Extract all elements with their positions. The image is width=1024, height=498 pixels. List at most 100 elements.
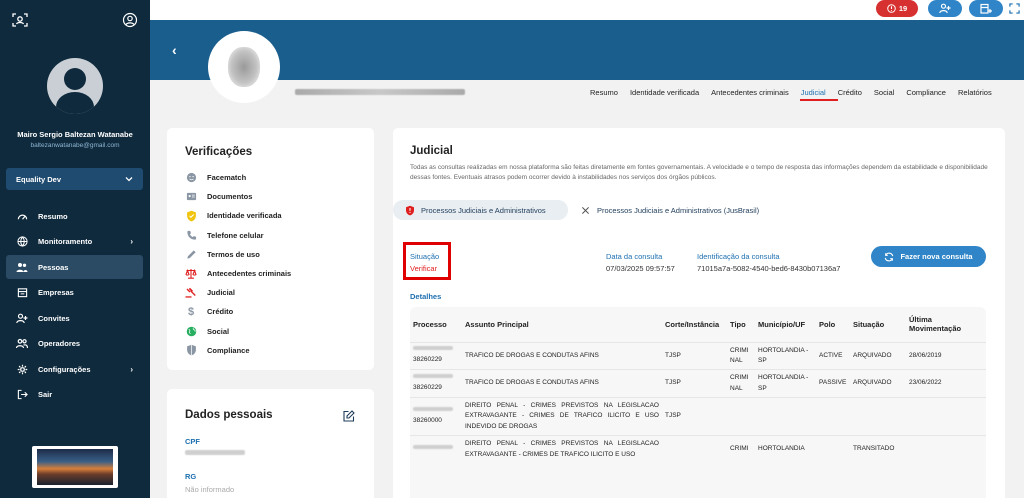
situation-highlight-box [403, 242, 451, 280]
sidebar-item-pessoas[interactable]: Pessoas [6, 255, 143, 279]
user-circle-icon[interactable] [122, 12, 138, 28]
verification-judicial[interactable]: Judicial [185, 283, 291, 302]
process-subject: TRAFICO DE DROGAS E CONDUTAS AFINS [462, 369, 662, 398]
situation-label: Situação [410, 252, 440, 261]
query-id-value: 71015a7a-5082-4540-bed6-8430b07136a7 [697, 264, 841, 273]
table-header-row: Processo Assunto Principal Corte/Instânc… [410, 307, 986, 342]
column-header: Corte/Instância [665, 319, 720, 329]
verifications-card: Verificações Facematch Documentos Identi… [167, 128, 374, 370]
verification-credito[interactable]: $ Crédito [185, 302, 291, 321]
process-pole: PASSIVE [816, 369, 850, 398]
process-last-movement [906, 397, 986, 436]
operators-icon [16, 338, 28, 350]
add-user-icon [939, 3, 951, 14]
sidebar-item-operadores[interactable]: Operadores [6, 332, 143, 356]
verification-telefone[interactable]: Telefone celular [185, 226, 291, 245]
sidebar-item-label: Empresas [38, 288, 74, 297]
shield-icon [185, 344, 197, 356]
verification-label: Facematch [207, 173, 247, 183]
sidebar-item-label: Convites [38, 313, 70, 323]
verification-antecedentes[interactable]: Antecedentes criminais [185, 264, 291, 283]
process-last-movement: 23/06/2022 [906, 369, 986, 398]
processes-table: Processo Assunto Principal Corte/Instânc… [410, 307, 986, 498]
sidebar-item-configuracoes[interactable]: Configurações › [6, 357, 143, 381]
verifications-list: Facematch Documentos Identidade verifica… [185, 168, 291, 360]
back-arrow-icon[interactable]: ‹ [172, 42, 177, 58]
tab-credito[interactable]: Crédito [838, 88, 862, 100]
process-city: HORTOLANDIA - SP [755, 369, 816, 398]
process-subject: TRAFICO DE DROGAS E CONDUTAS AFINS [462, 341, 662, 370]
expand-icon[interactable] [1009, 3, 1020, 14]
source-tab-processos[interactable]: Processos Judiciais e Administrativos [393, 200, 568, 220]
sidebar-item-resumo[interactable]: Resumo [6, 204, 143, 228]
verification-termos[interactable]: Termos de uso [185, 245, 291, 264]
table-row[interactable]: DIREITO PENAL - CRIMES PREVISTOS NA LEGI… [410, 435, 986, 464]
tab-compliance[interactable]: Compliance [906, 88, 946, 100]
sidebar-item-label: Operadores [38, 339, 81, 348]
verification-documentos[interactable]: Documentos [185, 187, 291, 206]
shield-alert-icon [406, 205, 414, 215]
sidebar-item-empresas[interactable]: Empresas [6, 281, 143, 305]
verification-facematch[interactable]: Facematch [185, 168, 291, 187]
verification-compliance[interactable]: Compliance [185, 341, 291, 360]
sidebar-item-sair[interactable]: Sair [6, 383, 143, 407]
active-tab-underline [800, 99, 838, 101]
process-last-movement [906, 435, 986, 464]
rg-label: RG [185, 472, 197, 481]
add-company-button[interactable] [969, 0, 1003, 17]
globe-icon [185, 325, 197, 337]
table-row[interactable]: 38260229 TRAFICO DE DROGAS E CONDUTAS AF… [410, 341, 986, 370]
phone-icon [185, 229, 197, 241]
process-court: TJSP [662, 397, 727, 436]
sidebar-item-convites[interactable]: Convites [6, 306, 143, 330]
sidebar-item-monitoramento[interactable]: Monitoramento › [6, 230, 143, 254]
column-header: Processo [413, 319, 447, 329]
face-icon [185, 172, 197, 184]
verification-label: Antecedentes criminais [207, 269, 292, 279]
process-pole: ACTIVE [816, 341, 850, 370]
tab-relatorios[interactable]: Relatórios [958, 88, 992, 100]
query-id-label: Identificação da consulta [697, 252, 780, 261]
verification-social[interactable]: Social [185, 322, 291, 341]
process-number: 38260229 [413, 383, 442, 391]
sidebar-nav: Resumo Monitoramento › Pessoas Empresas … [6, 204, 143, 408]
new-query-button[interactable]: Fazer nova consulta [871, 246, 986, 267]
verification-label: Telefone celular [207, 230, 264, 240]
tab-antecedentes-criminais[interactable]: Antecedentes criminais [711, 88, 789, 100]
judicial-card: Judicial Todas as consultas realizadas e… [393, 128, 1005, 498]
add-company-icon [980, 3, 992, 14]
sidebar: Mairo Sergio Baltezan Watanabe baltezanw… [0, 0, 150, 498]
process-subject: DIREITO PENAL - CRIMES PREVISTOS NA LEGI… [462, 397, 662, 436]
source-tab-jusbrasil[interactable]: Processos Judiciais e Administrativos (J… [581, 200, 759, 220]
process-status: ARQUIVADO [850, 369, 906, 398]
tab-identidade-verificada[interactable]: Identidade verificada [630, 88, 699, 100]
face-scan-icon[interactable] [12, 12, 28, 28]
table-row[interactable]: 38260229 TRAFICO DE DROGAS E CONDUTAS AF… [410, 369, 986, 398]
edit-icon[interactable] [343, 410, 355, 422]
sidebar-item-label: Resumo [38, 211, 68, 221]
query-date-label: Data da consulta [606, 252, 663, 261]
tab-resumo[interactable]: Resumo [590, 88, 618, 100]
process-court: TJSP [662, 369, 727, 398]
shield-check-icon [185, 210, 197, 222]
process-number-redacted [413, 406, 453, 411]
gavel-icon [185, 287, 197, 299]
query-date-value: 07/03/2025 09:57:57 [606, 264, 675, 273]
judicial-description: Todas as consultas realizadas em nossa p… [410, 164, 988, 182]
process-last-movement: 28/06/2019 [906, 341, 986, 370]
close-icon [581, 206, 590, 214]
table-row[interactable]: 38260000 DIREITO PENAL - CRIMES PREVISTO… [410, 397, 986, 436]
rg-value: Não informado [185, 485, 235, 494]
process-status: TRANSITADO [850, 435, 906, 464]
personal-data-title: Dados pessoais [185, 409, 273, 421]
process-city: HORTOLANDIA [755, 435, 816, 464]
tab-social[interactable]: Social [874, 88, 894, 100]
details-label: Detalhes [410, 292, 442, 301]
verification-label: Identidade verificada [207, 211, 282, 221]
add-user-button[interactable] [928, 0, 962, 17]
profile-tabs: Resumo Identidade verificada Antecedente… [590, 88, 1004, 100]
process-subject: DIREITO PENAL - CRIMES PREVISTOS NA LEGI… [462, 435, 662, 464]
alerts-button[interactable]: 19 [876, 0, 918, 17]
verification-identidade[interactable]: Identidade verificada [185, 206, 291, 225]
organization-select[interactable]: Equality Dev [6, 168, 143, 190]
